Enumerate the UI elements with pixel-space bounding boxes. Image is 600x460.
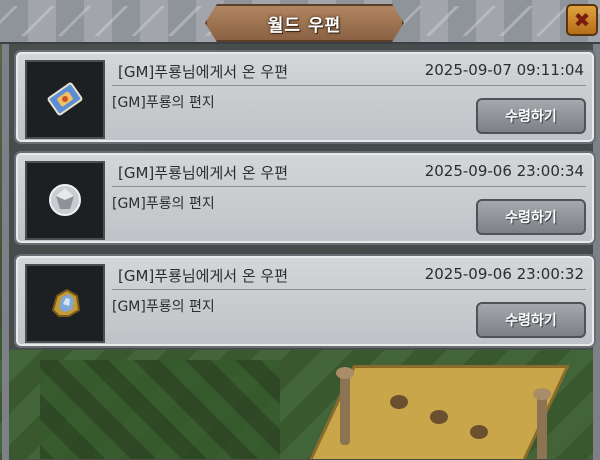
blue-ore-icon	[51, 288, 81, 317]
close-icon: ✖	[573, 8, 591, 32]
mail-sender: [GM]푸룡님에게서 온 우편	[118, 63, 289, 81]
scroll-ticket-icon	[47, 82, 83, 116]
mail-item: [GM]푸룡님에게서 온 우편 2025-09-06 23:00:32 [GM]…	[14, 254, 596, 348]
mail-divider	[112, 289, 586, 290]
field-tiles	[40, 360, 280, 459]
rock	[390, 395, 408, 409]
mail-date: 2025-09-06 23:00:34	[424, 162, 584, 180]
fence-post-cap	[533, 388, 551, 400]
rock	[470, 425, 488, 439]
mail-date: 2025-09-07 09:11:04	[424, 61, 584, 79]
left-frame-rail	[2, 40, 9, 460]
claim-button[interactable]: 수령하기	[476, 302, 586, 338]
mail-date: 2025-09-06 23:00:32	[424, 265, 584, 283]
mail-body: [GM]푸룡의 편지	[112, 196, 215, 212]
mail-body: [GM]푸룡의 편지	[112, 299, 215, 315]
mail-sender: [GM]푸룡님에게서 온 우편	[118, 267, 289, 285]
window-title: 월드 우편	[267, 15, 342, 36]
fence-post	[537, 395, 547, 459]
mail-item-icon-frame	[25, 60, 105, 139]
mail-item: [GM]푸룡님에게서 온 우편 2025-09-07 09:11:04 [GM]…	[14, 50, 596, 144]
mail-divider	[112, 186, 586, 187]
claim-button[interactable]: 수령하기	[476, 199, 586, 235]
fence-post	[340, 375, 350, 445]
claim-button[interactable]: 수령하기	[476, 98, 586, 134]
title-plate: 월드 우편	[205, 4, 404, 42]
mail-body: [GM]푸룡의 편지	[112, 95, 215, 111]
rock	[430, 410, 448, 424]
mail-item: [GM]푸룡님에게서 온 우편 2025-09-06 23:00:34 [GM]…	[14, 151, 596, 245]
fence-post-cap	[336, 367, 354, 379]
close-button[interactable]: ✖	[566, 4, 598, 36]
mail-item-icon-frame	[25, 264, 105, 343]
mail-sender: [GM]푸룡님에게서 온 우편	[118, 164, 289, 182]
mail-divider	[112, 85, 586, 86]
silver-gem-icon	[49, 184, 81, 216]
mail-item-icon-frame	[25, 161, 105, 240]
